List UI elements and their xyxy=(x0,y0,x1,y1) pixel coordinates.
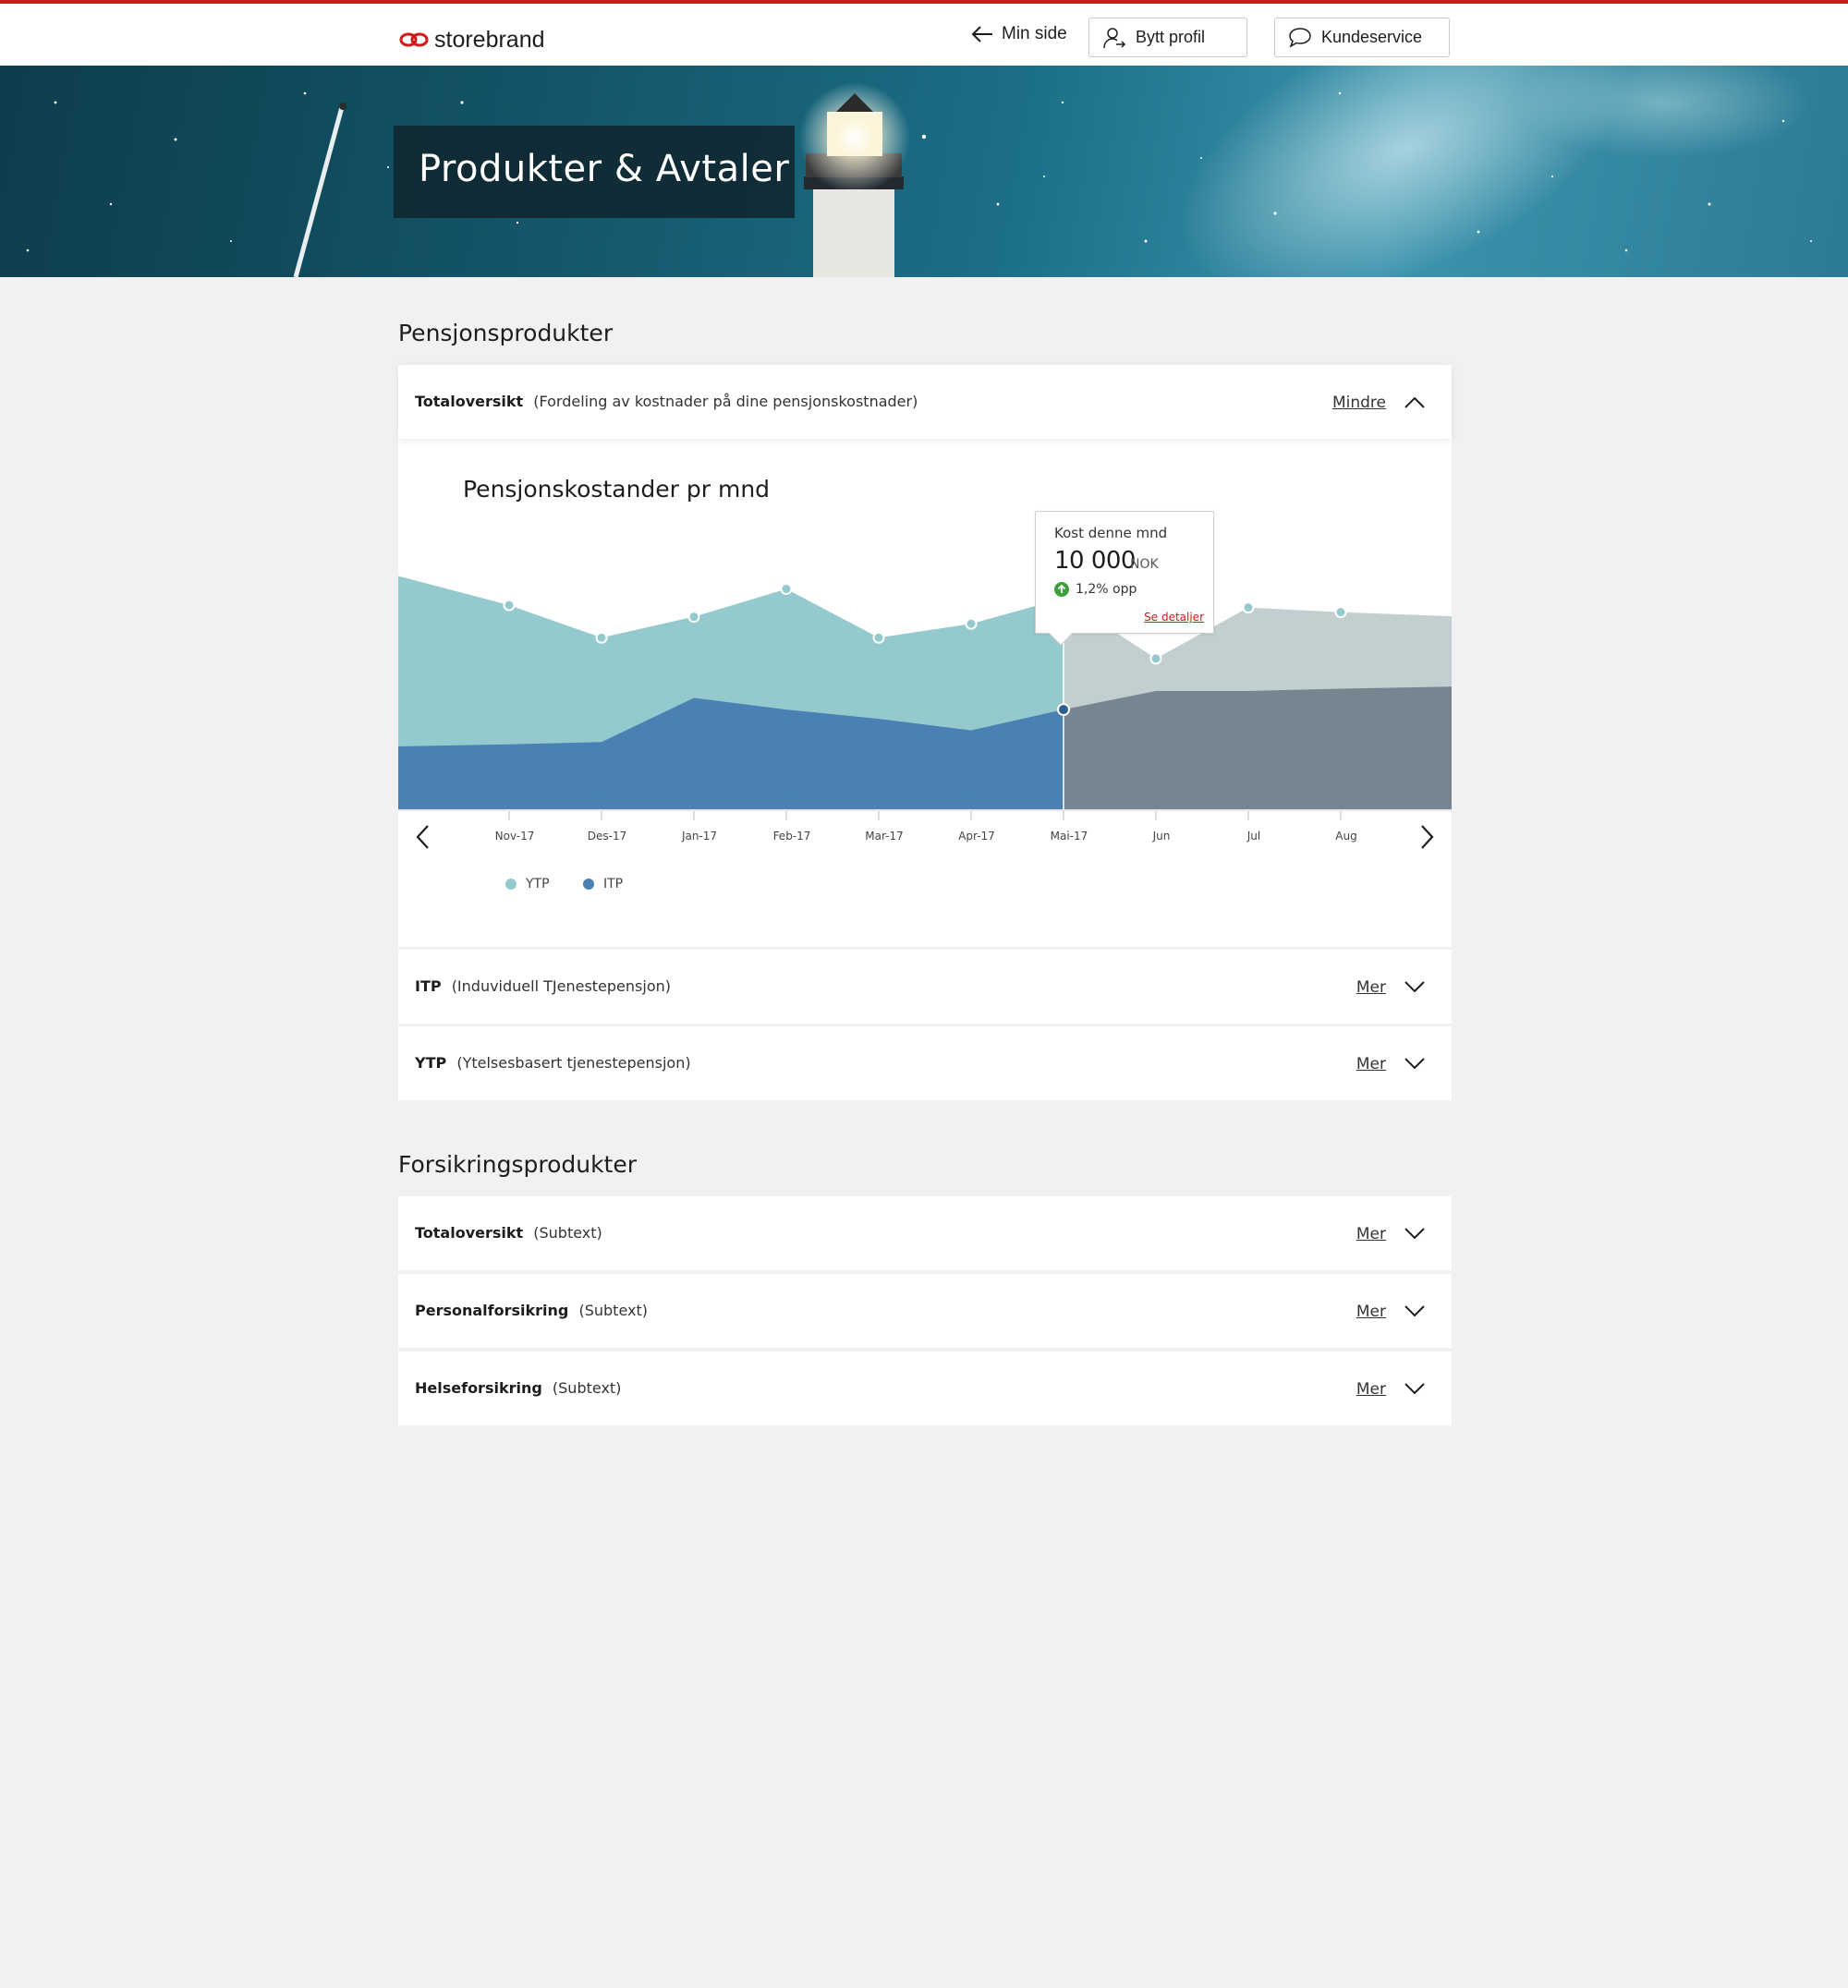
chevron-down-icon[interactable] xyxy=(1404,1054,1426,1073)
tooltip-unit: NOK xyxy=(1130,557,1159,572)
row-label: Totaloversikt (Subtext) xyxy=(415,1224,602,1242)
row-title: Helseforsikring xyxy=(415,1379,542,1397)
x-tick-label: Des-17 xyxy=(588,830,626,842)
personalforsikring-row[interactable]: Personalforsikring (Subtext) Mer xyxy=(398,1274,1452,1348)
legend-dot-itp xyxy=(583,879,594,890)
hero-title-box: Produkter & Avtaler xyxy=(394,126,795,218)
mer-link[interactable]: Mer xyxy=(1356,1225,1386,1243)
page-title: Produkter & Avtaler xyxy=(419,148,790,190)
chevron-up-icon[interactable] xyxy=(1404,393,1426,411)
row-label: ITP (Induviduell TJenestepensjon) xyxy=(415,977,671,995)
ytp-point xyxy=(780,583,793,596)
totaloversikt-pension-row[interactable]: Totaloversikt (Fordeling av kostnader på… xyxy=(398,365,1452,439)
row-label: Personalforsikring (Subtext) xyxy=(415,1302,648,1319)
switch-profile-icon xyxy=(1103,27,1126,48)
se-detaljer-link[interactable]: Se detaljer xyxy=(1144,611,1204,624)
ytp-point xyxy=(687,611,700,624)
mer-link[interactable]: Mer xyxy=(1356,1303,1386,1321)
row-title: Totaloversikt xyxy=(415,1224,524,1242)
night-sky-lighthouse-image xyxy=(26,66,1812,277)
hero-banner: Produkter & Avtaler xyxy=(0,66,1848,277)
x-tick-label: Apr-17 xyxy=(958,830,995,842)
x-tick-label: Feb-17 xyxy=(773,830,811,842)
row-subtext: (Subtext) xyxy=(533,1224,602,1242)
row-subtext: (Fordeling av kostnader på dine pensjons… xyxy=(533,393,918,410)
x-tick-label: Jul xyxy=(1246,830,1260,842)
ytp-row[interactable]: YTP (Ytelsesbasert tjenestepensjon) Mer xyxy=(398,1026,1452,1100)
chevron-down-icon[interactable] xyxy=(1404,1302,1426,1320)
mer-link[interactable]: Mer xyxy=(1356,1380,1386,1399)
row-label: Totaloversikt (Fordeling av kostnader på… xyxy=(415,393,918,410)
chart-tooltip: Kost denne mnd 10 000 NOK 1,2% opp Se de… xyxy=(1035,511,1214,646)
tooltip-value: 10 000 xyxy=(1054,547,1136,575)
pension-area-chart: Nov-17 Des-17 Jan-17 Feb-17 Mar-17 Apr-17 Mai-… xyxy=(398,576,1452,842)
mer-link[interactable]: Mer xyxy=(1356,978,1386,997)
x-tick-label: Aug xyxy=(1335,830,1356,842)
x-tick-label: Mai-17 xyxy=(1051,830,1088,842)
itp-area-future xyxy=(1064,686,1452,809)
row-subtext: (Subtext) xyxy=(552,1379,622,1397)
brand-name: storebrand xyxy=(434,26,545,53)
top-bar: storebrand Min side Bytt profil Kundeser… xyxy=(0,0,1848,66)
min-side-link[interactable]: Min side xyxy=(970,24,1067,44)
row-title: Totaloversikt xyxy=(415,393,524,410)
ytp-point xyxy=(595,631,608,644)
pensjonsprodukter-heading: Pensjonsprodukter xyxy=(398,320,614,346)
storebrand-logo-icon xyxy=(399,32,429,47)
bytt-profil-label: Bytt profil xyxy=(1136,28,1206,46)
row-label: YTP (Ytelsesbasert tjenestepensjon) xyxy=(415,1054,691,1072)
forsikringsprodukter-heading: Forsikringsprodukter xyxy=(398,1151,638,1178)
row-label: Helseforsikring (Subtext) xyxy=(415,1379,621,1397)
x-tick-label: Jan-17 xyxy=(681,830,717,842)
x-tick-label: Mar-17 xyxy=(865,830,903,842)
ytp-point xyxy=(872,631,885,644)
tooltip-label: Kost denne mnd xyxy=(1054,525,1168,541)
itp-row[interactable]: ITP (Induviduell TJenestepensjon) Mer xyxy=(398,950,1452,1024)
row-subtext: (Ytelsesbasert tjenestepensjon) xyxy=(456,1054,691,1072)
ytp-point xyxy=(1242,601,1255,614)
pension-chart-panel: Pensjonskostander pr mnd Nov-17 Des-17 Jan… xyxy=(398,439,1452,947)
mindre-link[interactable]: Mindre xyxy=(1332,394,1386,412)
ytp-point xyxy=(503,599,516,612)
x-tick-label: Jun xyxy=(1152,830,1171,842)
row-subtext: (Induviduell TJenestepensjon) xyxy=(451,977,671,995)
kundeservice-button[interactable]: Kundeservice xyxy=(1274,18,1450,57)
arrow-up-icon xyxy=(1054,582,1069,597)
legend-label-ytp: YTP xyxy=(526,877,550,891)
chevron-down-icon[interactable] xyxy=(1404,1224,1426,1242)
itp-current-point xyxy=(1057,703,1070,717)
kundeservice-label: Kundeservice xyxy=(1321,28,1423,46)
tooltip-change: 1,2% opp xyxy=(1076,582,1137,597)
arrow-left-icon xyxy=(971,26,992,42)
totaloversikt-insurance-row[interactable]: Totaloversikt (Subtext) Mer xyxy=(398,1196,1452,1270)
chat-bubble-icon xyxy=(1289,27,1311,48)
legend-label-itp: ITP xyxy=(603,877,624,891)
min-side-label: Min side xyxy=(1002,24,1067,43)
bytt-profil-button[interactable]: Bytt profil xyxy=(1088,18,1247,57)
ytp-point xyxy=(1334,606,1347,619)
chevron-left-icon[interactable] xyxy=(411,823,435,851)
x-tick-label: Nov-17 xyxy=(495,830,535,842)
row-title: Personalforsikring xyxy=(415,1302,569,1319)
chevron-right-icon[interactable] xyxy=(1415,823,1439,851)
legend-item-itp: ITP xyxy=(583,877,623,891)
ytp-point xyxy=(1149,652,1162,665)
chevron-down-icon[interactable] xyxy=(1404,977,1426,996)
storebrand-logo[interactable]: storebrand xyxy=(399,26,545,54)
row-subtext: (Subtext) xyxy=(578,1302,648,1319)
ytp-point xyxy=(965,617,978,630)
legend-dot-ytp xyxy=(505,879,517,890)
chevron-down-icon[interactable] xyxy=(1404,1379,1426,1398)
mer-link[interactable]: Mer xyxy=(1356,1055,1386,1073)
helseforsikring-row[interactable]: Helseforsikring (Subtext) Mer xyxy=(398,1352,1452,1425)
legend-item-ytp: YTP xyxy=(505,877,550,891)
row-title: ITP xyxy=(415,977,442,995)
row-title: YTP xyxy=(415,1054,447,1072)
